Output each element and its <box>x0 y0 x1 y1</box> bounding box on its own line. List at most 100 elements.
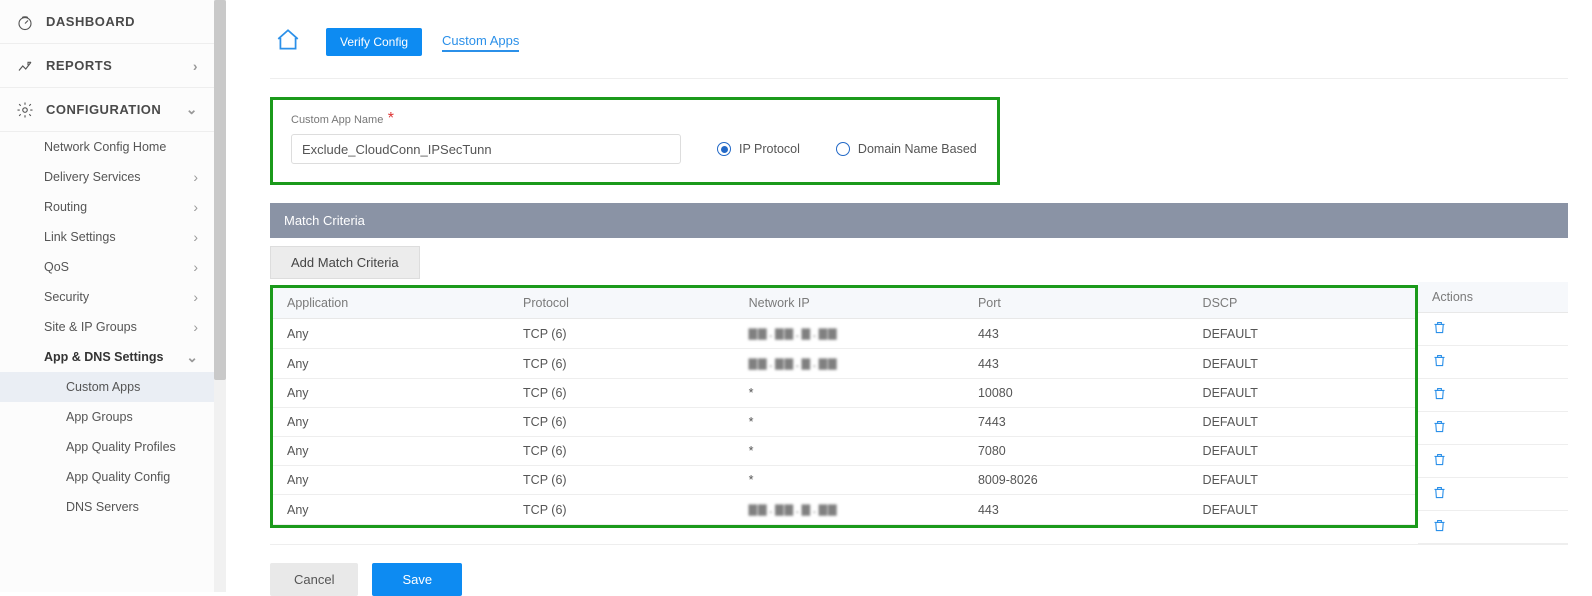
sidebar-item-label: Delivery Services <box>44 170 141 184</box>
sidebar-item-label: Network Config Home <box>44 140 166 154</box>
radio-domain-name-based[interactable]: Domain Name Based <box>836 142 977 156</box>
cell-proto: TCP (6) <box>509 437 735 466</box>
cell-port: 8009-8026 <box>964 466 1189 495</box>
sidebar-subitem-app-groups[interactable]: App Groups <box>0 402 214 432</box>
col-dscp: DSCP <box>1189 288 1415 319</box>
sidebar-item-qos[interactable]: QoS› <box>0 252 214 282</box>
match-criteria-table-outer: Application Protocol Network IP Port DSC… <box>270 279 1568 545</box>
trash-icon <box>1432 357 1447 371</box>
sidebar-item-label: QoS <box>44 260 69 274</box>
obscured-ip: ▇▇.▇▇.▇.▇▇ <box>749 329 838 341</box>
sidebar-item-configuration[interactable]: CONFIGURATION ⌄ <box>0 88 214 132</box>
breadcrumb-custom-apps[interactable]: Custom Apps <box>442 33 519 52</box>
gear-icon <box>16 101 34 119</box>
chevron-right-icon: › <box>193 289 198 305</box>
cell-dscp: DEFAULT <box>1189 437 1415 466</box>
cell-net: ▇▇.▇▇.▇.▇▇ <box>735 349 964 379</box>
cell-proto: TCP (6) <box>509 466 735 495</box>
cell-actions <box>1418 511 1568 544</box>
main-content: Verify Config Custom Apps Custom App Nam… <box>240 0 1592 592</box>
custom-app-name-input[interactable] <box>291 134 681 164</box>
cell-app: Any <box>273 466 509 495</box>
cell-proto: TCP (6) <box>509 349 735 379</box>
cell-proto: TCP (6) <box>509 319 735 349</box>
sidebar-item-label: Routing <box>44 200 87 214</box>
sidebar-configuration-label: CONFIGURATION <box>46 102 161 117</box>
radio-dot-unselected-icon <box>836 142 850 156</box>
sidebar-item-routing[interactable]: Routing› <box>0 192 214 222</box>
verify-config-button[interactable]: Verify Config <box>326 28 422 56</box>
table-row: AnyTCP (6)▇▇.▇▇.▇.▇▇443DEFAULT <box>273 349 1415 379</box>
reports-icon <box>16 57 34 75</box>
cell-app: Any <box>273 495 509 525</box>
sidebar-subitem-custom-apps[interactable]: Custom Apps <box>0 372 214 402</box>
delete-row-button[interactable] <box>1432 324 1447 338</box>
sidebar-item-label: App & DNS Settings <box>44 350 163 364</box>
cell-dscp: DEFAULT <box>1189 349 1415 379</box>
table-row: AnyTCP (6)*7443DEFAULT <box>273 408 1415 437</box>
cell-dscp: DEFAULT <box>1189 379 1415 408</box>
sidebar-item-delivery-services[interactable]: Delivery Services› <box>0 162 214 192</box>
cell-port: 7080 <box>964 437 1189 466</box>
delete-row-button[interactable] <box>1432 390 1447 404</box>
cell-actions <box>1418 412 1568 445</box>
scrollbar-track[interactable] <box>214 0 226 592</box>
sidebar-item-app-dns-settings[interactable]: App & DNS Settings⌄ <box>0 342 214 372</box>
home-icon <box>275 27 301 58</box>
chevron-right-icon: › <box>193 229 198 245</box>
sidebar-item-dashboard[interactable]: DASHBOARD <box>0 0 214 44</box>
sidebar-dashboard-label: DASHBOARD <box>46 14 135 29</box>
chevron-right-icon: › <box>193 319 198 335</box>
trash-icon <box>1432 390 1447 404</box>
trash-icon <box>1432 522 1447 536</box>
cell-net: * <box>735 408 964 437</box>
cell-app: Any <box>273 349 509 379</box>
cell-port: 443 <box>964 349 1189 379</box>
custom-app-name-label: Custom App Name <box>291 114 383 126</box>
sidebar-reports-label: REPORTS <box>46 58 112 73</box>
sidebar-item-security[interactable]: Security› <box>0 282 214 312</box>
sidebar: DASHBOARD REPORTS › CONFIGURATION ⌄ Netw… <box>0 0 215 592</box>
add-match-criteria-button[interactable]: Add Match Criteria <box>270 246 420 279</box>
delete-row-button[interactable] <box>1432 423 1447 437</box>
cell-proto: TCP (6) <box>509 408 735 437</box>
col-port: Port <box>964 288 1189 319</box>
cell-app: Any <box>273 319 509 349</box>
chevron-right-icon: › <box>193 58 198 74</box>
save-button[interactable]: Save <box>372 563 462 596</box>
sidebar-subitem-dns-servers[interactable]: DNS Servers <box>0 492 214 522</box>
sidebar-item-link-settings[interactable]: Link Settings › <box>0 222 214 252</box>
cell-port: 7443 <box>964 408 1189 437</box>
delete-row-button[interactable] <box>1432 522 1447 536</box>
delete-row-button[interactable] <box>1432 357 1447 371</box>
radio-domain-label: Domain Name Based <box>858 142 977 156</box>
sidebar-subitem-app-quality-profiles[interactable]: App Quality Profiles <box>0 432 214 462</box>
cell-port: 443 <box>964 495 1189 525</box>
col-actions: Actions <box>1418 282 1568 313</box>
match-criteria-table: Application Protocol Network IP Port DSC… <box>273 288 1415 525</box>
sidebar-item-network-config-home[interactable]: Network Config Home <box>0 132 214 162</box>
cell-dscp: DEFAULT <box>1189 319 1415 349</box>
cell-net: * <box>735 466 964 495</box>
home-button[interactable] <box>270 24 306 60</box>
sidebar-subitem-label: Custom Apps <box>66 380 140 394</box>
table-row: AnyTCP (6)*7080DEFAULT <box>273 437 1415 466</box>
sidebar-item-reports[interactable]: REPORTS › <box>0 44 214 88</box>
sidebar-subitem-app-quality-config[interactable]: App Quality Config <box>0 462 214 492</box>
delete-row-button[interactable] <box>1432 489 1447 503</box>
trash-icon <box>1432 489 1447 503</box>
scrollbar-thumb[interactable] <box>214 0 226 380</box>
cell-port: 443 <box>964 319 1189 349</box>
sidebar-item-label: Link Settings <box>44 230 116 244</box>
cell-net: ▇▇.▇▇.▇.▇▇ <box>735 495 964 525</box>
radio-ip-protocol[interactable]: IP Protocol <box>717 142 800 156</box>
footer-buttons: Cancel Save <box>270 563 1568 596</box>
match-criteria-table-highlight: Application Protocol Network IP Port DSC… <box>270 285 1418 528</box>
sidebar-item-label: Site & IP Groups <box>44 320 137 334</box>
table-row: AnyTCP (6)*10080DEFAULT <box>273 379 1415 408</box>
trash-icon <box>1432 324 1447 338</box>
delete-row-button[interactable] <box>1432 456 1447 470</box>
sidebar-subitem-label: App Quality Profiles <box>66 440 176 454</box>
sidebar-item-site-ip-groups[interactable]: Site & IP Groups › <box>0 312 214 342</box>
cancel-button[interactable]: Cancel <box>270 563 358 596</box>
